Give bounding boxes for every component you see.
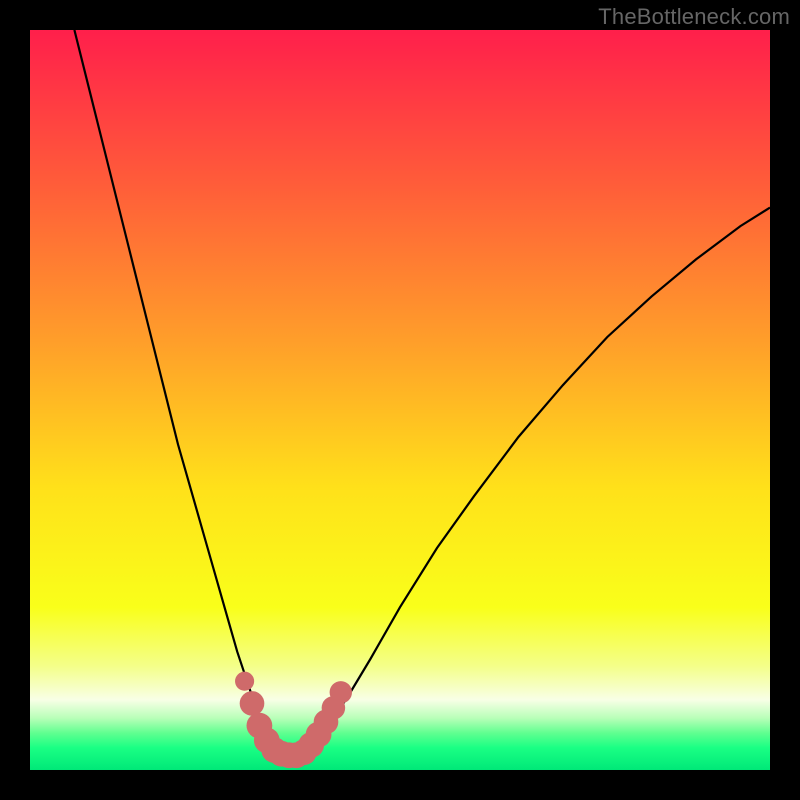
watermark-text: TheBottleneck.com	[598, 4, 790, 30]
marker-dot	[235, 672, 254, 691]
plot-area	[30, 30, 770, 770]
marker-dot	[240, 691, 265, 716]
chart-frame: TheBottleneck.com	[0, 0, 800, 800]
marker-dot	[330, 681, 352, 703]
chart-svg	[30, 30, 770, 770]
gradient-background	[30, 30, 770, 770]
